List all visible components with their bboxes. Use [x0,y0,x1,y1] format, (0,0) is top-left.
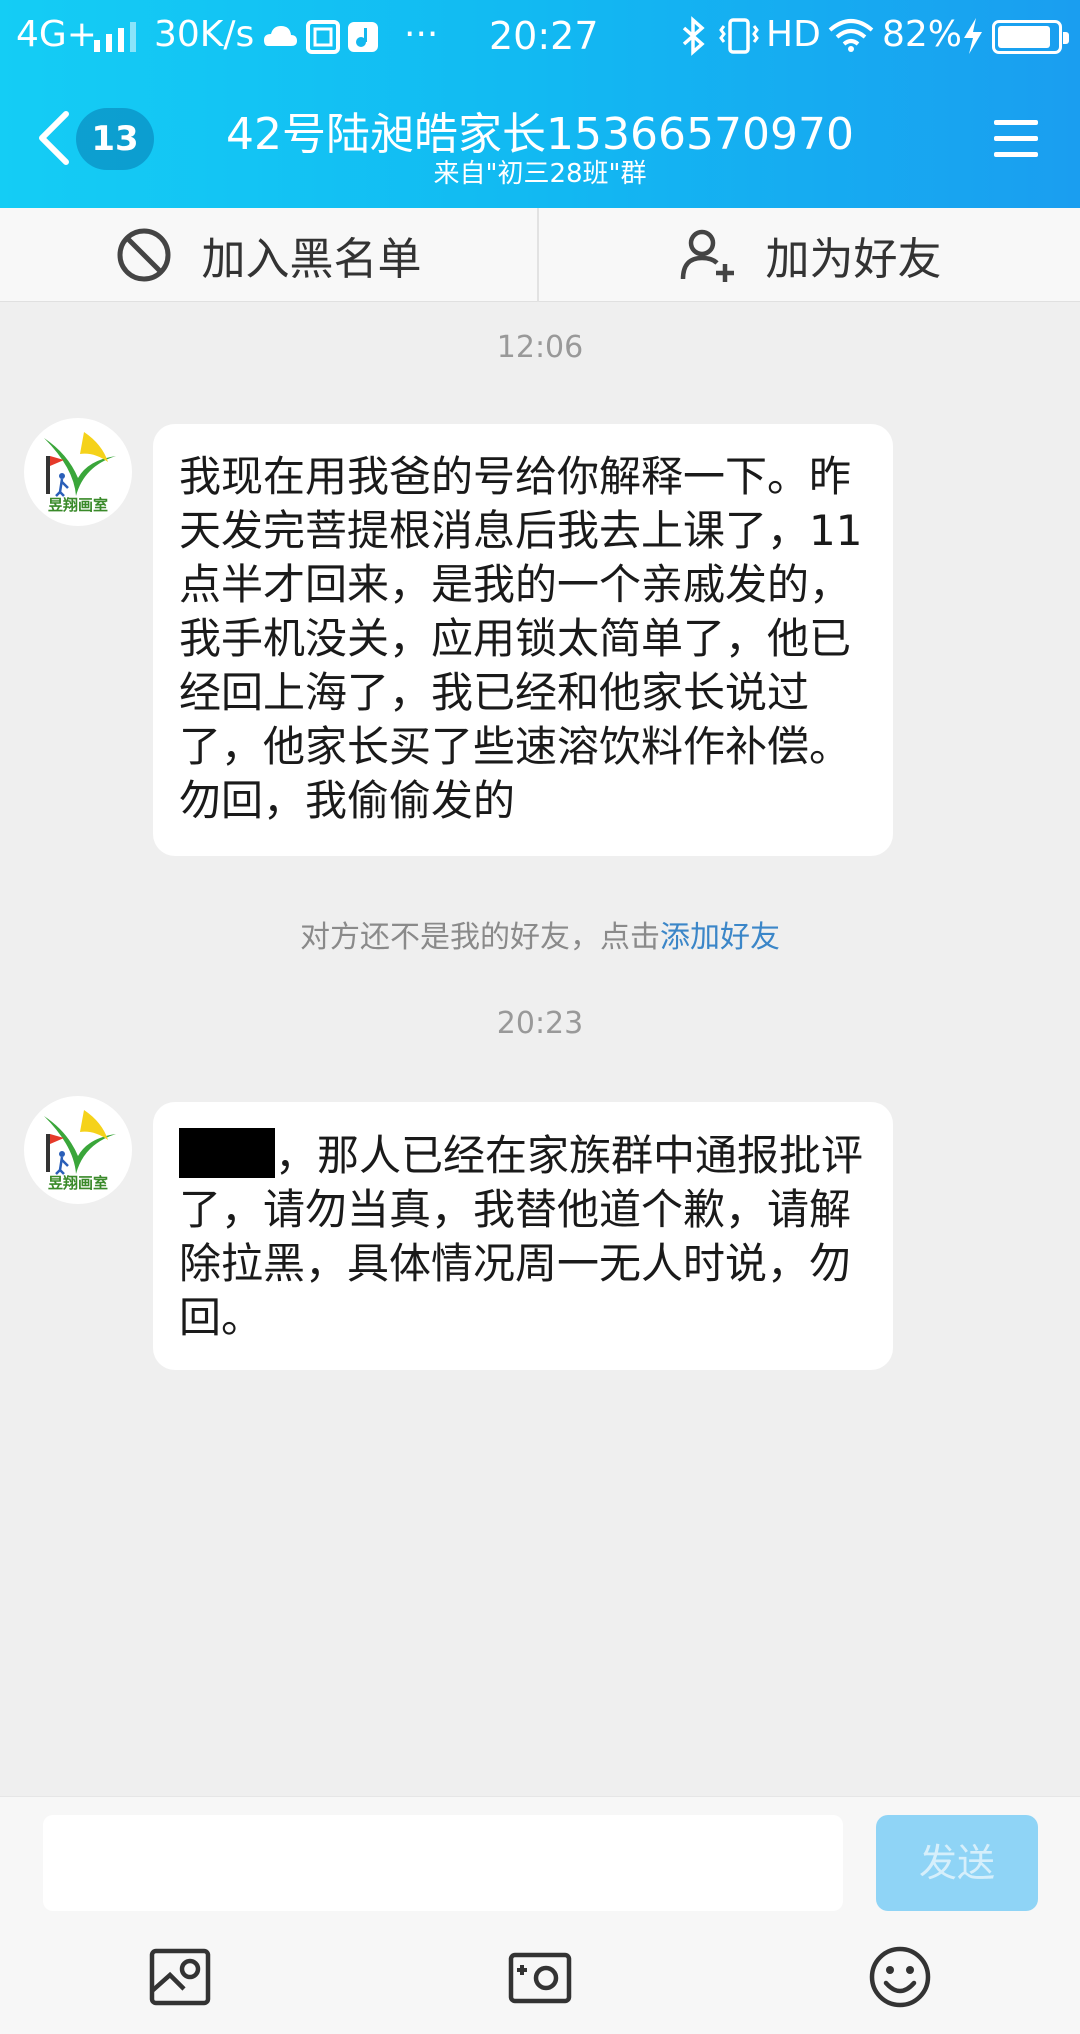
message-bubble[interactable]: 我现在用我爸的号给你解释一下。昨天发完菩提根消息后我去上课了，11点半才回来，是… [153,424,893,856]
signal-icon [94,22,136,52]
send-button[interactable]: 发送 [876,1815,1038,1911]
not-friend-notice: 对方还不是我的好友，点击添加好友 [0,912,1080,956]
avatar-label: 昱翔画室 [47,496,108,514]
add-friend-link[interactable]: 添加好友 [660,920,780,955]
hd-indicator: HD [766,14,821,55]
add-to-blacklist-label: 加入黑名单 [201,234,422,285]
message-text: 我现在用我爸的号给你解释一下。昨天发完菩提根消息后我去上课了，11点半才回来，是… [179,452,863,825]
message-timestamp: 12:06 [496,330,584,365]
message-bubble[interactable]: ，那人已经在家族群中通报批评了，请勿当真，我替他道个歉，请解除拉黑，具体情况周一… [153,1102,893,1370]
header-bar: 4G+ 30K/s ··· 20:27 HD 82% 13 42号陆昶皓家长15… [0,0,1080,208]
emoji-icon[interactable] [868,1945,932,2009]
unread-count-badge[interactable]: 13 [76,108,154,170]
message-timestamp: 20:23 [496,1006,584,1041]
message-input[interactable] [43,1815,843,1911]
notification-icons [264,20,378,54]
add-friend-label: 加为好友 [765,234,942,285]
avatar[interactable]: 昱翔画室 [24,418,132,526]
redacted-block [179,1128,275,1178]
battery-icon [992,20,1069,54]
network-type: 4G+ [16,14,97,55]
avatar-label: 昱翔画室 [47,1174,108,1192]
add-to-blacklist-button[interactable]: 加入黑名单 [0,208,539,302]
input-bar: 发送 [0,1796,1080,2034]
image-icon[interactable] [148,1945,212,2009]
vibrate-icon [719,18,759,54]
more-status-indicator: ··· [404,14,439,55]
menu-icon[interactable] [994,120,1038,160]
status-bar: 4G+ 30K/s ··· 20:27 HD 82% [0,0,1080,75]
camera-icon[interactable] [508,1945,572,2009]
chat-subtitle: 来自"初三28班"群 [433,159,647,189]
notice-text: 对方还不是我的好友，点击 [300,920,660,955]
stranger-action-bar: 加入黑名单 加为好友 [0,208,1080,302]
add-friend-button[interactable]: 加为好友 [541,208,1080,302]
add-friend-icon [680,229,734,282]
bluetooth-icon [682,16,705,56]
wifi-icon [828,19,874,52]
back-arrow-icon[interactable] [34,108,74,168]
block-icon [117,228,170,282]
clock: 20:27 [489,14,599,58]
avatar[interactable]: 昱翔画室 [24,1096,132,1204]
charging-icon [964,18,982,54]
message-text: ，那人已经在家族群中通报批评了，请勿当真，我替他道个歉，请解除拉黑，具体情况周一… [179,1131,864,1342]
network-speed: 30K/s [154,14,255,55]
battery-percent: 82% [882,14,963,55]
